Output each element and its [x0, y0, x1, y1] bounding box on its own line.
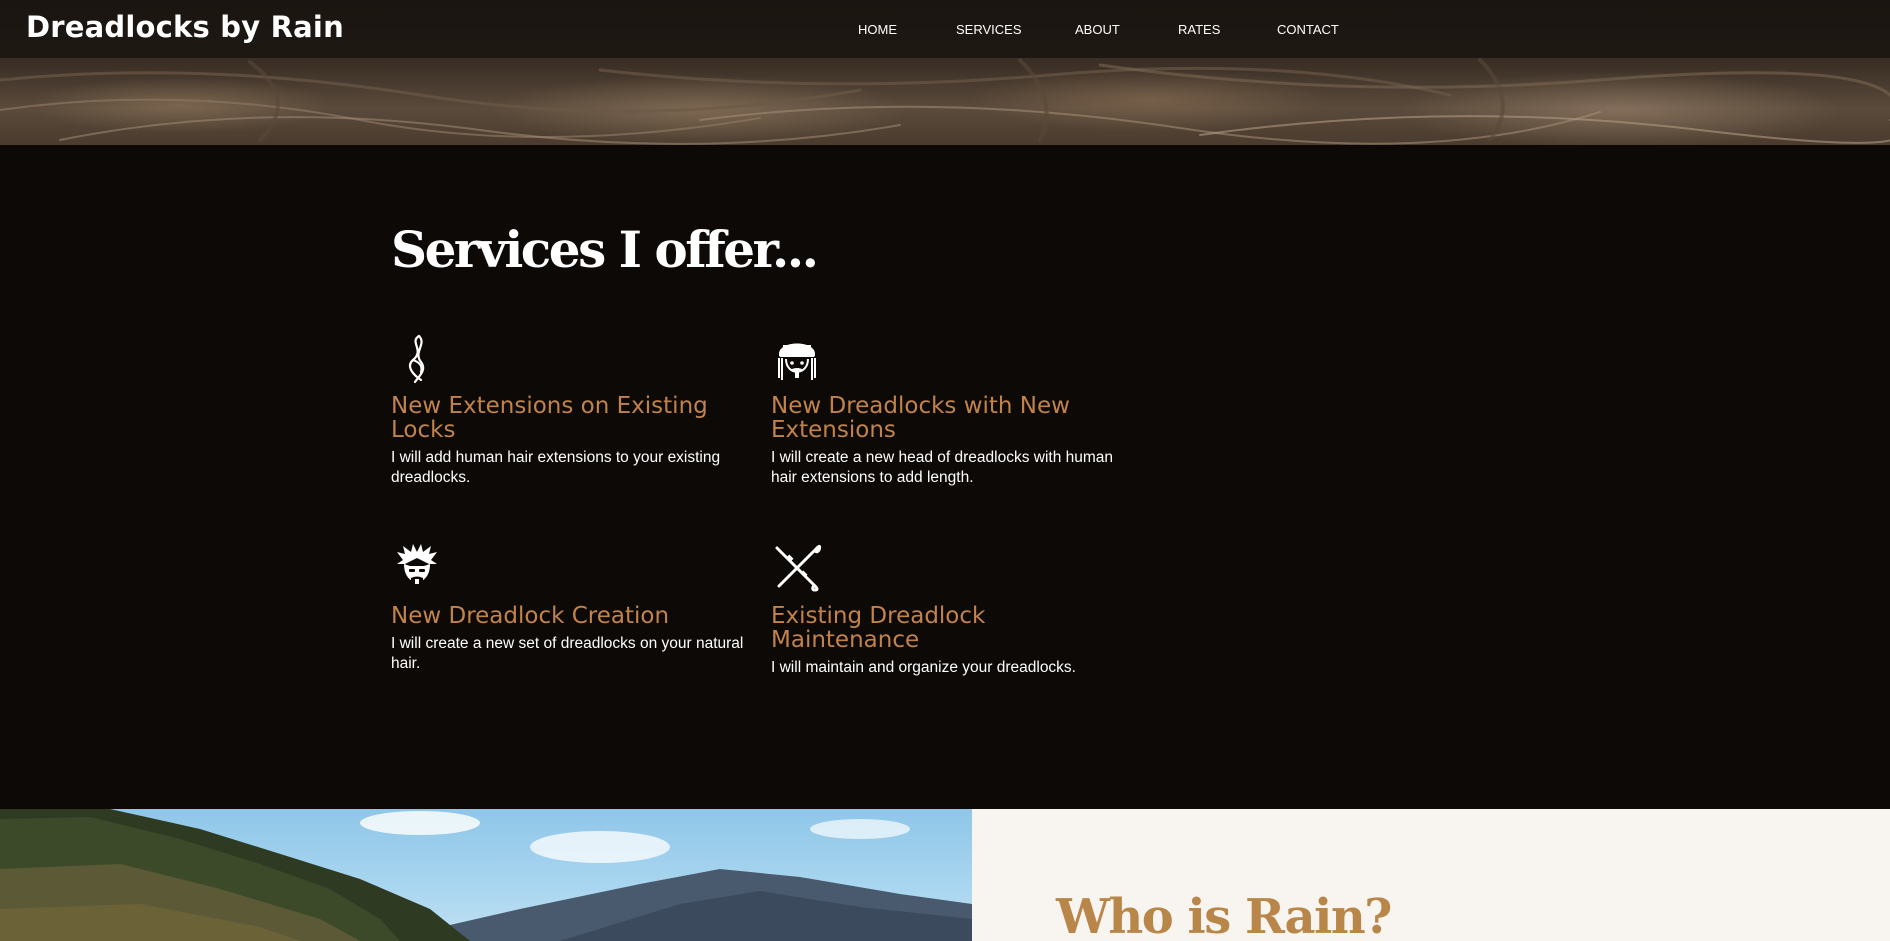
hero-banner: Dreadlocks by Rain HOME SERVICES ABOUT R…: [0, 0, 1890, 145]
nav-about-link[interactable]: ABOUT: [1075, 22, 1120, 37]
nav-home-link[interactable]: HOME: [858, 22, 897, 37]
service-card: Existing Dreadlock Maintenance I will ma…: [771, 542, 1131, 678]
service-card: New Dreadlock Creation I will create a n…: [391, 542, 751, 674]
nav-rates-link[interactable]: RATES: [1178, 22, 1220, 37]
nav-contact-link[interactable]: CONTACT: [1277, 22, 1339, 37]
about-section: Who is Rain?: [972, 809, 1890, 941]
service-card: New Dreadlocks with New Extensions I wil…: [771, 332, 1131, 488]
hair-strand-icon: [408, 334, 425, 384]
services-heading: Services I offer...: [391, 220, 819, 279]
service-title: New Dreadlocks with New Extensions: [771, 393, 1070, 443]
service-description: I will maintain and organize your dreadl…: [771, 659, 1076, 676]
service-description: I will add human hair extensions to your…: [391, 449, 721, 486]
dreadlocks-head-icon: [778, 343, 816, 380]
crochet-hooks-icon: [775, 544, 822, 592]
about-heading: Who is Rain?: [1056, 889, 1392, 941]
service-title: New Dreadlock Creation: [391, 603, 670, 629]
top-navigation-bar: Dreadlocks by Rain HOME SERVICES ABOUT R…: [0, 0, 1890, 58]
spiky-hair-head-icon: [397, 544, 437, 585]
landscape-illustration: [0, 809, 972, 941]
mountain-landscape-photo: [0, 809, 972, 941]
service-title: New Extensions on Existing Locks: [391, 393, 708, 443]
service-title: Existing Dreadlock Maintenance: [771, 603, 986, 653]
service-card: New Extensions on Existing Locks I will …: [391, 332, 751, 488]
service-description: I will create a new head of dreadlocks w…: [771, 449, 1114, 486]
site-brand-logo[interactable]: Dreadlocks by Rain: [26, 10, 344, 44]
services-section: Services I offer... New Extensions on Ex…: [0, 145, 1890, 809]
nav-services-link[interactable]: SERVICES: [956, 22, 1022, 37]
service-description: I will create a new set of dreadlocks on…: [391, 635, 744, 672]
